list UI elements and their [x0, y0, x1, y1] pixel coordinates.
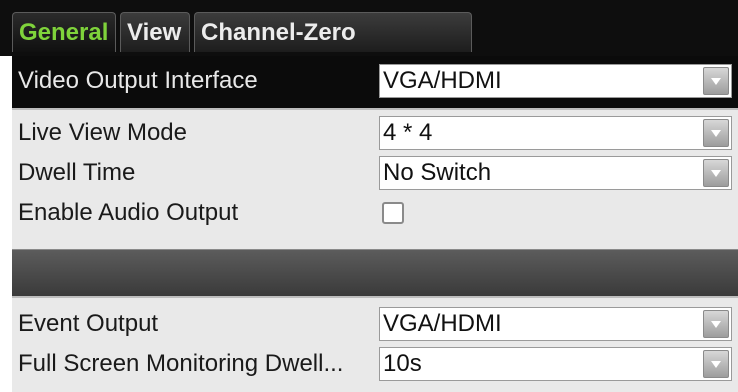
chevron-down-icon[interactable] — [703, 350, 729, 378]
live-view-mode-select[interactable]: 4 * 4 — [379, 116, 732, 150]
tab-channel-zero-encoding[interactable]: Channel-Zero Encoding — [194, 12, 472, 86]
dwell-time-row: Dwell Time No Switch — [12, 154, 738, 192]
event-output-row: Event Output VGA/HDMI — [12, 305, 738, 343]
dwell-time-label: Dwell Time — [18, 159, 136, 186]
chevron-down-icon[interactable] — [703, 67, 729, 95]
audio-output-checkbox[interactable] — [382, 202, 404, 224]
dwell-time-value: No Switch — [383, 159, 492, 186]
chevron-down-icon[interactable] — [703, 119, 729, 147]
video-output-label: Video Output Interface — [18, 67, 258, 94]
dwell-time-select[interactable]: No Switch — [379, 156, 732, 190]
event-output-label: Event Output — [18, 310, 159, 337]
audio-output-label: Enable Audio Output — [18, 199, 239, 226]
section-divider — [12, 249, 738, 296]
video-output-row: Video Output Interface VGA/HDMI — [12, 62, 738, 100]
live-view-mode-label: Live View Mode — [18, 119, 187, 146]
live-view-panel: Live View Mode 4 * 4 Dwell Time No Switc… — [12, 108, 738, 251]
full-screen-dwell-label: Full Screen Monitoring Dwell... — [18, 350, 344, 377]
video-output-value: VGA/HDMI — [383, 67, 502, 94]
full-screen-dwell-row: Full Screen Monitoring Dwell... 10s — [12, 345, 738, 383]
tab-bar: General View Channel-Zero Encoding — [0, 0, 738, 86]
chevron-down-icon[interactable] — [703, 159, 729, 187]
live-view-mode-row: Live View Mode 4 * 4 — [12, 114, 738, 152]
audio-output-row: Enable Audio Output — [12, 194, 738, 232]
full-screen-dwell-select[interactable]: 10s — [379, 347, 732, 381]
tab-general[interactable]: General — [12, 12, 116, 52]
event-output-select[interactable]: VGA/HDMI — [379, 307, 732, 341]
tab-view[interactable]: View — [120, 12, 190, 52]
full-screen-dwell-value: 10s — [383, 350, 422, 377]
event-output-panel: Event Output VGA/HDMI Full Screen Monito… — [12, 296, 738, 392]
chevron-down-icon[interactable] — [703, 310, 729, 338]
live-view-mode-value: 4 * 4 — [383, 119, 433, 146]
video-output-panel: Video Output Interface VGA/HDMI — [12, 56, 738, 108]
settings-window: General View Channel-Zero Encoding Video… — [0, 0, 738, 392]
event-output-value: VGA/HDMI — [383, 310, 502, 337]
video-output-select[interactable]: VGA/HDMI — [379, 64, 732, 98]
